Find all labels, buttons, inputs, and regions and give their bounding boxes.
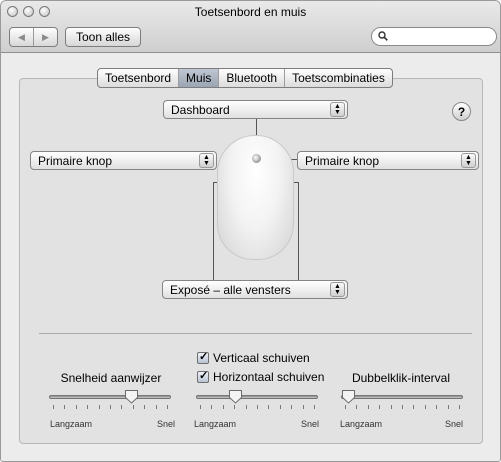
slider-min-label: Langzaam bbox=[194, 419, 237, 429]
slider-tick bbox=[234, 405, 236, 409]
slider-tick bbox=[459, 405, 460, 409]
slider-tick bbox=[447, 405, 449, 409]
slider-tick bbox=[302, 405, 304, 409]
slider-track[interactable] bbox=[49, 395, 171, 399]
slider-tick bbox=[314, 405, 315, 409]
slider-tick bbox=[110, 405, 111, 409]
checkbox-checked-icon bbox=[197, 350, 209, 364]
slider-tick bbox=[268, 405, 270, 409]
show-all-button[interactable]: Toon alles bbox=[65, 27, 141, 47]
slider-tick bbox=[424, 405, 426, 409]
tab-toetscombinaties[interactable]: Toetscombinaties bbox=[285, 69, 392, 87]
slider-tick bbox=[413, 405, 415, 409]
divider bbox=[39, 333, 472, 334]
slider-tick bbox=[64, 405, 66, 409]
tab-bluetooth[interactable]: Bluetooth bbox=[219, 69, 286, 87]
slider-tick bbox=[167, 405, 168, 409]
slider-tick bbox=[379, 405, 381, 409]
popup-arrows-icon: ▲ ▼ bbox=[199, 153, 214, 168]
slider-max-label: Snel bbox=[301, 419, 320, 429]
slider-tick bbox=[121, 405, 123, 409]
apple-logo-icon bbox=[249, 215, 263, 229]
slider-tick bbox=[245, 405, 247, 409]
slider-tick bbox=[155, 405, 157, 409]
tab-toetsenbord[interactable]: Toetsenbord bbox=[98, 69, 180, 87]
slider-track[interactable] bbox=[341, 395, 463, 399]
slider-tick bbox=[75, 405, 77, 409]
forward-button[interactable]: ▶ bbox=[34, 28, 57, 46]
pointer-speed-label: Snelheid aanwijzer bbox=[60, 371, 162, 385]
vertical-scroll-label: Verticaal schuiven bbox=[213, 351, 310, 365]
scroll-ball bbox=[252, 154, 261, 163]
slider-tick bbox=[402, 405, 403, 409]
slider-tick bbox=[279, 405, 281, 409]
settings-panel bbox=[19, 78, 483, 444]
slider-tick bbox=[87, 405, 89, 409]
horizontal-scroll-label: Horizontaal schuiven bbox=[213, 370, 325, 384]
slider-tick bbox=[98, 405, 100, 409]
vertical-scroll-checkbox[interactable]: Verticaal schuiven bbox=[197, 350, 310, 365]
right-button-value: Primaire knop bbox=[305, 153, 380, 168]
slider-tick bbox=[367, 405, 369, 409]
search-icon bbox=[378, 31, 388, 41]
bottom-button-popup[interactable]: Exposé – alle vensters ▲ ▼ bbox=[162, 280, 348, 299]
slider-tick bbox=[222, 405, 224, 409]
bottom-button-value: Exposé – alle vensters bbox=[170, 282, 291, 297]
slider-tick bbox=[390, 405, 392, 409]
slider-tick bbox=[436, 405, 438, 409]
slider-max-label: Snel bbox=[157, 419, 176, 429]
slider-tick bbox=[200, 405, 201, 409]
search-input[interactable] bbox=[371, 27, 497, 46]
help-button[interactable]: ? bbox=[452, 102, 471, 121]
slider-tick bbox=[132, 405, 134, 409]
slider-tick bbox=[291, 405, 293, 409]
slider-max-label: Snel bbox=[445, 419, 464, 429]
slider-thumb[interactable] bbox=[228, 389, 243, 404]
double-click-interval-label: Dubbelklik-interval bbox=[351, 371, 451, 385]
slider-thumb[interactable] bbox=[341, 389, 356, 404]
connector-bottom-left-vertical bbox=[213, 182, 214, 280]
checkbox-checked-icon bbox=[197, 369, 209, 383]
slider-min-label: Langzaam bbox=[340, 419, 383, 429]
horizontal-scroll-checkbox[interactable]: Horizontaal schuiven bbox=[197, 369, 325, 384]
slider-tick bbox=[144, 405, 146, 409]
back-forward-control: ◀ ▶ bbox=[9, 27, 58, 47]
popup-arrows-icon: ▲ ▼ bbox=[461, 153, 476, 168]
back-button[interactable]: ◀ bbox=[10, 28, 34, 46]
window-title: Toetsenbord en muis bbox=[194, 5, 307, 19]
slider-track[interactable] bbox=[196, 395, 318, 399]
slider-tick bbox=[257, 405, 258, 409]
tab-bar: Toetsenbord Muis Bluetooth Toetscombinat… bbox=[97, 68, 393, 88]
top-button-popup[interactable]: Dashboard ▲ ▼ bbox=[163, 100, 348, 119]
preferences-window: Toetsenbord en muis ◀ ▶ Toon alles Toets… bbox=[0, 0, 501, 462]
slider-tick bbox=[356, 405, 358, 409]
popup-arrows-icon: ▲ ▼ bbox=[330, 282, 345, 297]
slider-min-label: Langzaam bbox=[50, 419, 93, 429]
popup-arrows-icon: ▲ ▼ bbox=[330, 102, 345, 117]
right-button-popup[interactable]: Primaire knop ▲ ▼ bbox=[297, 151, 479, 170]
tab-muis[interactable]: Muis bbox=[179, 69, 220, 87]
top-button-value: Dashboard bbox=[171, 102, 230, 117]
connector-bottom-right-vertical bbox=[298, 182, 299, 280]
left-button-popup[interactable]: Primaire knop ▲ ▼ bbox=[30, 151, 217, 170]
slider-tick bbox=[53, 405, 54, 409]
slider-thumb[interactable] bbox=[124, 389, 139, 404]
slider-tick bbox=[345, 405, 346, 409]
left-button-value: Primaire knop bbox=[38, 153, 113, 168]
title-bar: Toetsenbord en muis ◀ ▶ Toon alles bbox=[1, 1, 500, 53]
slider-tick bbox=[211, 405, 213, 409]
